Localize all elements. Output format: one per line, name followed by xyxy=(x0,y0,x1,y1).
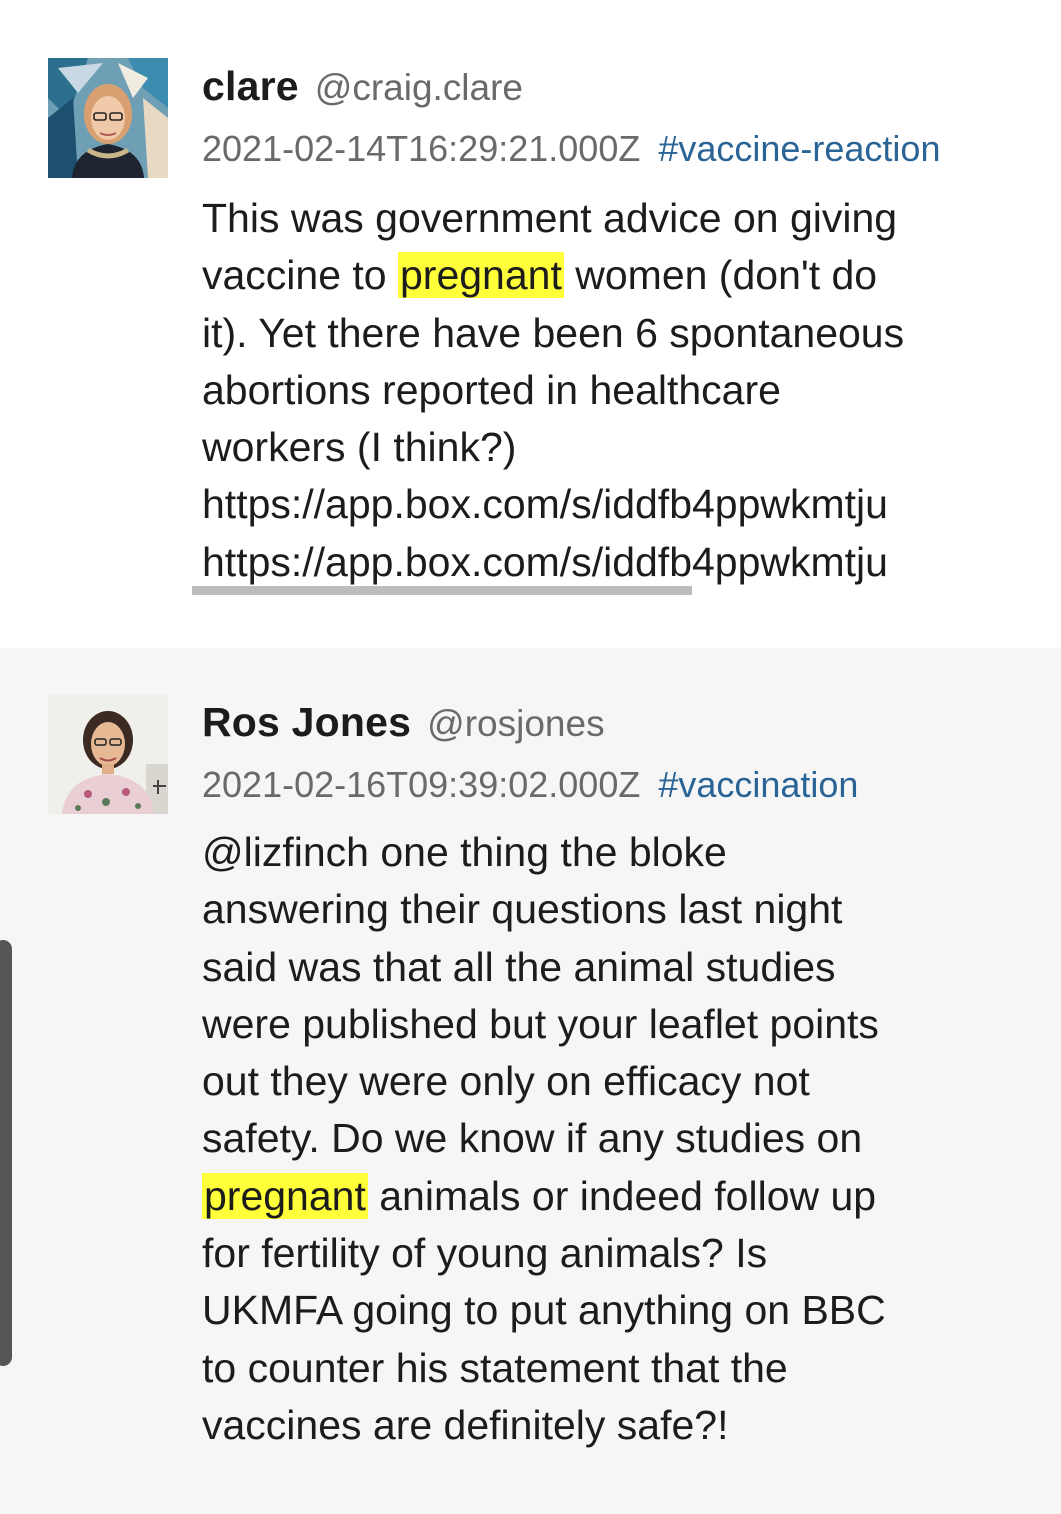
avatar[interactable] xyxy=(48,58,168,178)
hashtag-link[interactable]: #vaccination xyxy=(658,764,858,805)
message-header: clare @craig.clare xyxy=(202,63,523,110)
display-name[interactable]: Ros Jones xyxy=(202,699,411,745)
body-line: said was that all the animal studies xyxy=(202,943,836,990)
avatar-photo-icon xyxy=(48,694,168,814)
body-line: workers (I think?) xyxy=(202,424,517,471)
overflow-fade xyxy=(1031,466,1061,586)
search-highlight: pregnant xyxy=(398,252,564,299)
message-item[interactable]: clare @craig.clare 2021-02-14T16:29:21.00… xyxy=(0,0,1061,648)
display-name[interactable]: clare xyxy=(202,63,299,109)
body-line: out they were only on efficacy not xyxy=(202,1058,810,1105)
message-meta: 2021-02-14T16:29:21.000Z #vaccine-reactio… xyxy=(202,128,940,170)
body-line: This was government advice on giving xyxy=(202,195,898,241)
body-line: safety. Do we know if any studies on xyxy=(202,1115,863,1162)
vertical-scrollbar[interactable] xyxy=(0,940,12,1366)
message-body: @lizfinch one thing the bloke answering … xyxy=(202,824,1042,1454)
body-text: animals or indeed follow up xyxy=(367,1172,877,1219)
message-body: This was government advice on giving vac… xyxy=(202,190,1042,591)
body-line: were published but your leaflet points xyxy=(202,1000,879,1047)
body-text: women (don't do xyxy=(563,252,878,299)
user-handle[interactable]: @rosjones xyxy=(427,703,604,744)
message-item[interactable]: Ros Jones @rosjones 2021-02-16T09:39:02.0… xyxy=(0,648,1061,1514)
message-header: Ros Jones @rosjones xyxy=(202,699,605,746)
body-line: to counter his statement that the xyxy=(202,1344,788,1391)
body-line: vaccine to pregnant women (don't do xyxy=(202,247,1042,304)
avatar[interactable] xyxy=(48,694,168,814)
body-line: vaccines are definitely safe?! xyxy=(202,1401,729,1448)
horizontal-scrollbar[interactable] xyxy=(192,586,692,595)
timestamp: 2021-02-16T09:39:02.000Z xyxy=(202,764,641,805)
body-line: for fertility of young animals? Is xyxy=(202,1230,768,1277)
link[interactable]: https://app.box.com/s/iddfb4ppwkmtju xyxy=(202,476,1042,533)
timestamp: 2021-02-14T16:29:21.000Z xyxy=(202,128,641,169)
body-text: vaccine to xyxy=(202,252,398,299)
body-line: UKMFA going to put anything on BBC xyxy=(202,1287,886,1334)
user-handle[interactable]: @craig.clare xyxy=(315,67,523,108)
message-feed: clare @craig.clare 2021-02-14T16:29:21.00… xyxy=(0,0,1061,1514)
avatar-photo-icon xyxy=(48,58,168,178)
body-line: pregnant animals or indeed follow up xyxy=(202,1168,1042,1225)
body-line: it). Yet there have been 6 spontaneous xyxy=(202,309,905,356)
hashtag-link[interactable]: #vaccine-reaction xyxy=(658,128,940,169)
body-line: answering their questions last night xyxy=(202,886,843,933)
link[interactable]: https://app.box.com/s/iddfb4ppwkmtju xyxy=(202,534,1042,591)
search-highlight: pregnant xyxy=(202,1172,368,1219)
message-meta: 2021-02-16T09:39:02.000Z #vaccination xyxy=(202,764,858,806)
body-line: abortions reported in healthcare xyxy=(202,366,781,413)
body-line: @lizfinch one thing the bloke xyxy=(202,829,727,875)
